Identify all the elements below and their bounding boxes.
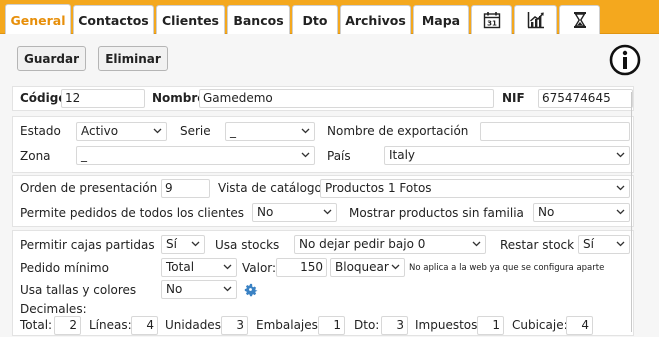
pedido-minimo-value: Total: [166, 260, 195, 274]
gear-icon[interactable]: [242, 281, 259, 298]
save-button[interactable]: Guardar: [17, 46, 86, 71]
nombre-field[interactable]: Gamedemo: [199, 89, 494, 108]
tab-dto[interactable]: Dto: [292, 5, 338, 34]
cajas-partidas-select[interactable]: Sí: [161, 235, 205, 254]
tab-bancos[interactable]: Bancos: [227, 5, 290, 34]
usa-stocks-value: No dejar pedir bajo 0: [299, 237, 426, 251]
pedido-minimo-select[interactable]: Total: [161, 258, 237, 277]
serie-label: Serie: [180, 124, 211, 138]
export-name-field[interactable]: [480, 122, 630, 141]
orden-field[interactable]: 9: [161, 179, 210, 198]
estado-select[interactable]: Activo: [76, 122, 167, 141]
pais-label: País: [327, 149, 351, 163]
tab-contactos[interactable]: Contactos: [73, 5, 154, 34]
pais-select[interactable]: Italy: [384, 146, 630, 165]
tallas-colores-select[interactable]: No: [161, 280, 237, 299]
chevron-down-icon: [301, 128, 310, 134]
usa-stocks-label: Usa stocks: [215, 238, 280, 252]
tab-archivos[interactable]: Archivos: [340, 5, 411, 34]
mostrar-sin-familia-label: Mostrar productos sin familia: [349, 206, 524, 220]
permite-pedidos-value: No: [257, 205, 274, 219]
scrollbar-track[interactable]: [631, 92, 632, 332]
dec-total-field[interactable]: 2: [54, 316, 81, 335]
valor-field[interactable]: 150: [276, 258, 327, 277]
tab-hourglass[interactable]: [559, 5, 600, 34]
chevron-down-icon: [391, 264, 400, 270]
export-name-label: Nombre de exportación: [327, 124, 469, 138]
tallas-colores-label: Usa tallas y colores: [20, 283, 137, 297]
bloquear-value: Bloquear: [335, 260, 389, 274]
nif-field[interactable]: 675474645: [538, 89, 633, 108]
restar-stock-label: Restar stock: [500, 238, 575, 252]
pedido-minimo-label: Pedido mínimo: [20, 261, 109, 275]
zona-label: Zona: [20, 149, 51, 163]
tallas-colores-value: No: [166, 282, 183, 296]
info-icon[interactable]: [609, 44, 641, 76]
usa-stocks-select[interactable]: No dejar pedir bajo 0: [294, 235, 486, 254]
pedido-minimo-note: No aplica a la web ya que se configura a…: [409, 263, 605, 273]
dec-cubicaje-label: Cubicaje:: [512, 318, 568, 332]
dec-embalajes-field[interactable]: 1: [318, 316, 345, 335]
delete-button[interactable]: Eliminar: [98, 46, 168, 71]
calendar-icon: 31: [483, 12, 500, 29]
dec-dto-label: Dto:: [354, 318, 380, 332]
dec-unidades-field[interactable]: 3: [221, 316, 248, 335]
vista-catalogo-value: Productos 1 Fotos: [325, 181, 432, 195]
dec-lineas-field[interactable]: 4: [131, 316, 158, 335]
chevron-down-icon: [223, 286, 232, 292]
cajas-partidas-value: Sí: [166, 237, 177, 251]
permite-pedidos-select[interactable]: No: [252, 203, 337, 222]
chevron-down-icon: [616, 209, 625, 215]
tab-bar: General Contactos Clientes Bancos Dto Ar…: [0, 0, 659, 35]
dec-impuestos-label: Impuestos:: [415, 318, 482, 332]
tab-calendar[interactable]: 31: [471, 5, 512, 34]
tab-general[interactable]: General: [5, 4, 71, 35]
serie-value: _: [230, 124, 236, 138]
decimales-title: Decimales:: [20, 302, 87, 316]
chevron-down-icon: [191, 241, 200, 247]
dec-impuestos-field[interactable]: 1: [477, 316, 504, 335]
tab-chart[interactable]: [514, 5, 557, 34]
mostrar-sin-familia-value: No: [538, 205, 555, 219]
codigo-label: Código: [20, 91, 67, 105]
dec-dto-field[interactable]: 3: [381, 316, 408, 335]
restar-stock-value: Sí: [583, 237, 594, 251]
codigo-field[interactable]: 12: [61, 89, 145, 108]
restar-stock-select[interactable]: Sí: [578, 235, 630, 254]
hourglass-icon: [573, 12, 586, 28]
estado-value: Activo: [81, 124, 119, 138]
chevron-down-icon: [153, 128, 162, 134]
zona-value: _: [81, 148, 87, 162]
chevron-down-icon: [223, 264, 232, 270]
valor-label: Valor:: [242, 261, 277, 275]
cajas-partidas-label: Permitir cajas partidas: [20, 238, 155, 252]
chevron-down-icon: [323, 209, 332, 215]
chevron-down-icon: [616, 152, 625, 158]
vista-catalogo-label: Vista de catálogo: [218, 181, 322, 195]
dec-lineas-label: Líneas:: [89, 318, 132, 332]
dec-cubicaje-field[interactable]: 4: [566, 316, 593, 335]
nombre-label: Nombre: [152, 91, 206, 105]
tab-clientes[interactable]: Clientes: [156, 5, 225, 34]
pais-value: Italy: [389, 148, 416, 162]
chevron-down-icon: [616, 241, 625, 247]
orden-label: Orden de presentación: [20, 181, 158, 195]
nif-label: NIF: [502, 91, 525, 105]
chevron-down-icon: [301, 152, 310, 158]
dec-unidades-label: Unidades:: [165, 318, 225, 332]
calendar-day: 31: [487, 20, 497, 28]
serie-select[interactable]: _: [225, 122, 315, 141]
dec-total-label: Total:: [20, 318, 53, 332]
mostrar-sin-familia-select[interactable]: No: [533, 203, 630, 222]
permite-pedidos-label: Permite pedidos de todos los clientes: [20, 206, 245, 220]
estado-label: Estado: [20, 124, 61, 138]
tab-mapa[interactable]: Mapa: [413, 5, 469, 34]
bloquear-select[interactable]: Bloquear: [330, 258, 405, 277]
dec-embalajes-label: Embalajes:: [256, 318, 322, 332]
chevron-down-icon: [472, 241, 481, 247]
chart-icon: [527, 12, 544, 29]
vista-catalogo-select[interactable]: Productos 1 Fotos: [320, 179, 630, 198]
zona-select[interactable]: _: [76, 146, 315, 165]
chevron-down-icon: [616, 185, 625, 191]
